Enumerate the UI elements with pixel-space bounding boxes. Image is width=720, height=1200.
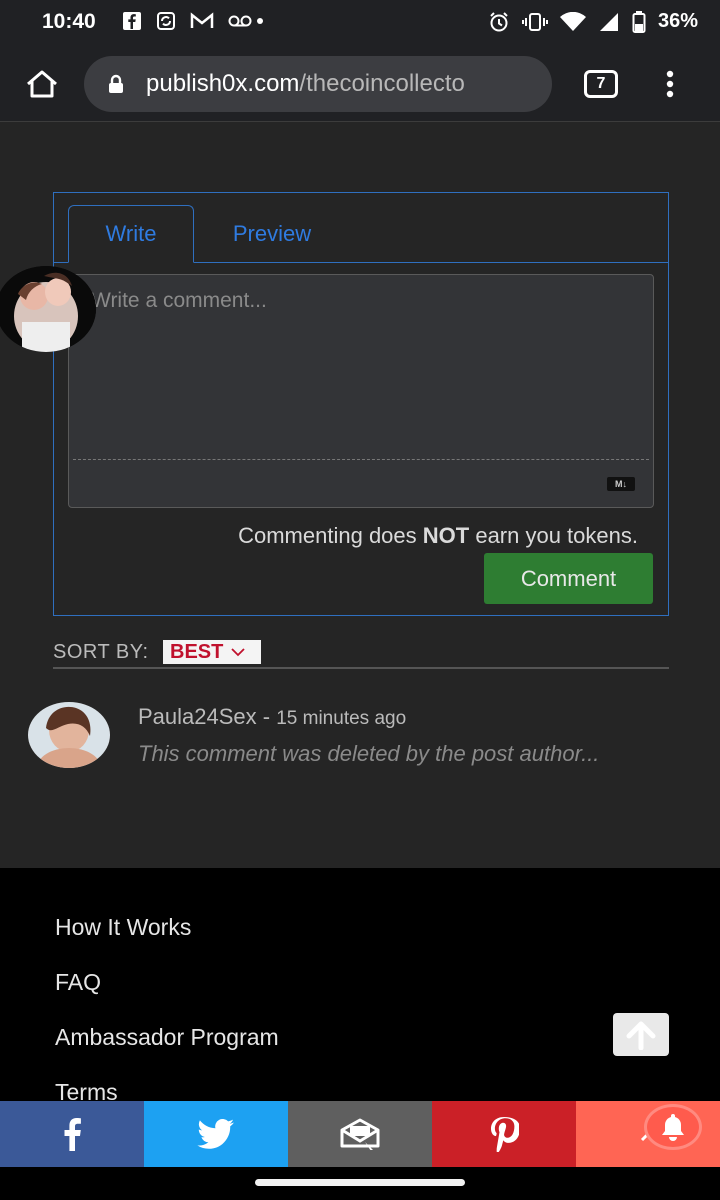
comment-placeholder: Write a comment... xyxy=(91,289,267,312)
chevron-down-icon xyxy=(231,648,245,657)
url-bar[interactable]: publish0x.com/thecoincollecto xyxy=(84,56,552,112)
facebook-icon xyxy=(64,1118,81,1151)
comment-submit-button[interactable]: Comment xyxy=(484,553,653,604)
sync-icon xyxy=(157,12,175,30)
footer-link-how-it-works[interactable]: How It Works xyxy=(55,914,191,941)
user-photo-icon xyxy=(0,266,96,352)
battery-percent: 36% xyxy=(657,10,698,32)
sort-selected: BEST xyxy=(170,640,224,663)
comment-textarea[interactable]: Write a comment... M↓ xyxy=(68,274,654,508)
system-nav-bar xyxy=(0,1167,720,1200)
editor-resize-divider xyxy=(73,459,649,460)
current-user-avatar xyxy=(0,266,96,352)
share-pinterest-button[interactable] xyxy=(432,1101,576,1167)
tab-switcher-button[interactable]: 7 xyxy=(584,70,618,98)
lock-icon xyxy=(109,74,123,93)
arrow-up-icon xyxy=(626,1021,656,1050)
notification-bell-button[interactable] xyxy=(644,1104,702,1150)
home-icon xyxy=(27,70,57,98)
comment-author-avatar[interactable] xyxy=(28,702,110,768)
editor-tabs: Write Preview xyxy=(54,193,668,263)
alarm-icon xyxy=(490,11,508,31)
comment-separator: - xyxy=(256,704,277,729)
tab-write[interactable]: Write xyxy=(68,205,194,263)
bell-icon xyxy=(662,1114,684,1141)
home-gesture-handle[interactable] xyxy=(255,1179,465,1186)
share-bar xyxy=(0,1101,720,1167)
home-button[interactable] xyxy=(22,64,62,104)
twitter-icon xyxy=(197,1119,234,1149)
share-email-button[interactable] xyxy=(288,1101,432,1167)
signal-icon xyxy=(599,12,618,31)
browser-toolbar: publish0x.com/thecoincollecto 7 xyxy=(0,46,720,122)
share-facebook-button[interactable] xyxy=(0,1101,144,1167)
scroll-to-top-button[interactable] xyxy=(613,1013,669,1056)
sort-bar: SORT BY: BEST xyxy=(53,640,669,669)
browser-menu-button[interactable] xyxy=(660,70,680,100)
url-host: publish0x.com xyxy=(146,70,300,97)
comment-time: 15 minutes ago xyxy=(276,708,407,729)
wifi-icon xyxy=(559,11,586,31)
markdown-icon: M↓ xyxy=(607,477,635,491)
url-path: /thecoincollecto xyxy=(299,70,465,97)
vibrate-icon xyxy=(521,12,548,31)
tab-preview[interactable]: Preview xyxy=(204,205,340,263)
sort-dropdown[interactable]: BEST xyxy=(163,640,261,664)
status-bar: 10:40 36% xyxy=(0,0,720,46)
more-vert-icon xyxy=(666,70,674,98)
author-photo-icon xyxy=(28,702,110,768)
notice-emphasis: NOT xyxy=(422,523,470,548)
comment-meta: Paula24Sex - 15 minutes ago xyxy=(138,704,406,730)
battery-icon xyxy=(632,10,646,33)
status-time: 10:40 xyxy=(42,10,96,33)
pinterest-icon xyxy=(491,1117,519,1152)
comment-form: Write Preview Write a comment... M↓ Comm… xyxy=(53,192,669,616)
email-icon xyxy=(340,1118,380,1150)
comment-author[interactable]: Paula24Sex xyxy=(138,704,257,729)
sort-label: SORT BY: xyxy=(53,641,149,663)
comment-body: This comment was deleted by the post aut… xyxy=(138,741,600,766)
footer-link-faq[interactable]: FAQ xyxy=(55,969,101,996)
gmail-icon xyxy=(190,12,214,28)
footer-link-ambassador[interactable]: Ambassador Program xyxy=(55,1024,279,1051)
share-twitter-button[interactable] xyxy=(144,1101,288,1167)
footer-link-terms[interactable]: Terms xyxy=(55,1079,118,1102)
voicemail-icon xyxy=(228,15,263,27)
facebook-icon xyxy=(123,12,141,30)
site-footer: How It Works FAQ Ambassador Program Term… xyxy=(0,868,720,1102)
token-notice: Commenting does NOT earn you tokens. xyxy=(238,523,638,548)
